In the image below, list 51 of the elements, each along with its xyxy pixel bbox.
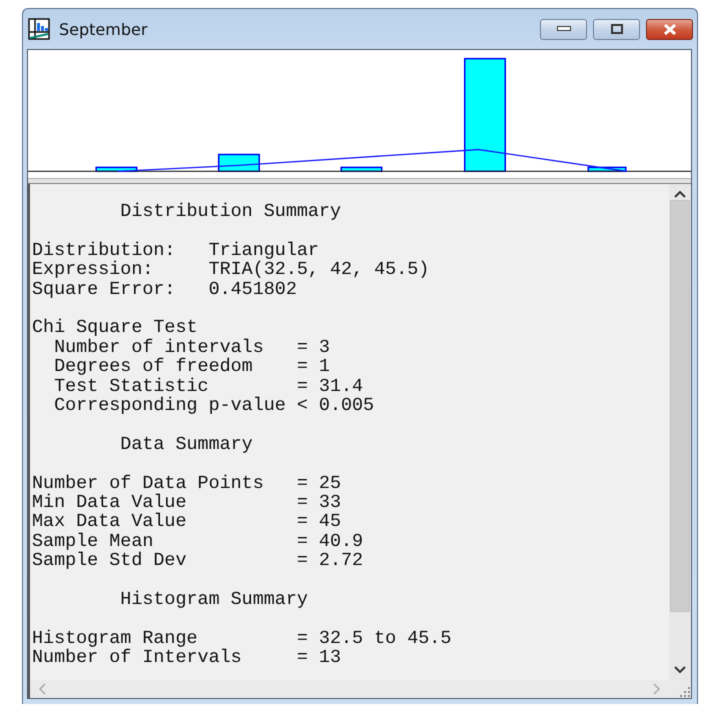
field-value: = 2.72 (296, 551, 364, 571)
field-label: Sample Mean (32, 532, 154, 552)
field-label: Sample Std Dev (32, 551, 188, 571)
horizontal-scrollbar[interactable] (30, 680, 669, 698)
group-heading: Chi Square Test (32, 318, 198, 338)
section-heading: Data Summary (120, 434, 253, 454)
field-value: = 13 (296, 648, 342, 668)
maximize-button[interactable] (593, 18, 640, 40)
field-label: Number of intervals (54, 338, 265, 358)
scroll-right-icon[interactable] (653, 683, 661, 695)
window-title: September (59, 20, 148, 38)
minimize-button[interactable] (540, 18, 587, 40)
section-heading: Distribution Summary (120, 202, 342, 222)
field-value: < 0.005 (296, 396, 374, 416)
field-label: Max Data Value (32, 512, 188, 532)
maximize-icon (610, 24, 622, 34)
scroll-up-icon[interactable] (674, 190, 686, 198)
field-value: TRIA(32.5, 42, 45.5) (208, 260, 430, 280)
scroll-left-icon[interactable] (38, 683, 46, 695)
histogram-bar (588, 166, 627, 172)
field-label: Min Data Value (32, 493, 188, 512)
field-value: = 32.5 to 45.5 (296, 628, 452, 648)
close-icon (662, 24, 676, 34)
scroll-down-icon[interactable] (674, 666, 686, 674)
resize-grip-icon[interactable] (679, 686, 691, 698)
scrollbar-thumb[interactable] (670, 200, 690, 612)
minimize-icon (556, 26, 570, 32)
section-heading: Histogram Summary (120, 590, 308, 610)
field-label: Degrees of freedom (54, 357, 254, 377)
field-value: Triangular (208, 240, 319, 260)
field-label: Square Error: (32, 280, 176, 300)
field-value: = 3 (296, 338, 330, 358)
field-label: Expression: (32, 260, 154, 280)
field-value: = 31.4 (296, 376, 364, 396)
histogram-bar (95, 166, 138, 172)
field-value: = 1 (296, 357, 330, 377)
field-value: = 40.9 (296, 532, 364, 552)
field-label: Histogram Range (32, 628, 198, 648)
field-label: Distribution: (32, 240, 176, 260)
field-label: Test Statistic (54, 376, 210, 396)
field-label: Number of Intervals (32, 648, 243, 668)
field-value: = 45 (296, 512, 342, 532)
close-button[interactable] (646, 18, 693, 40)
field-label: Number of Data Points (32, 474, 265, 494)
field-label: Corresponding p-value (54, 396, 287, 416)
histogram-bar (340, 166, 382, 172)
field-value: 0.451802 (208, 280, 297, 300)
chart-window-icon (28, 18, 50, 40)
field-value: = 33 (296, 493, 342, 512)
field-value: = 25 (296, 474, 342, 494)
vertical-scrollbar[interactable] (669, 184, 691, 680)
